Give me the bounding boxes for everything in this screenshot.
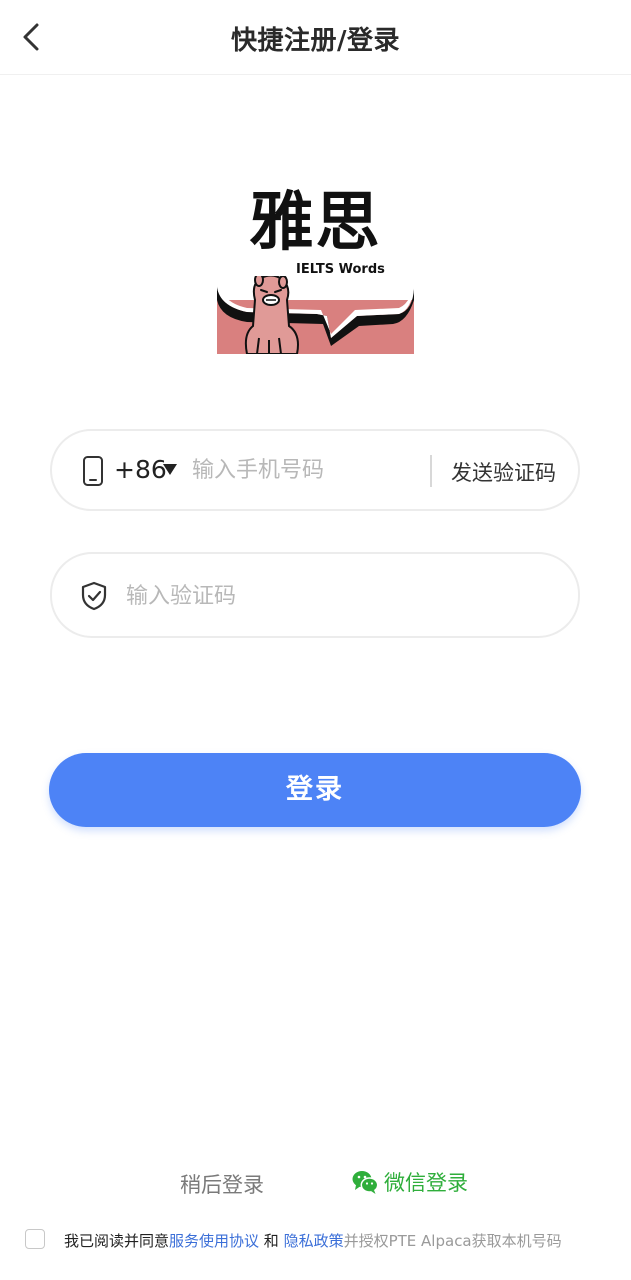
- terms-of-service-link[interactable]: 服务使用协议: [169, 1232, 259, 1250]
- agreement-and: 和: [259, 1232, 284, 1250]
- login-button[interactable]: 登录: [49, 753, 581, 827]
- phone-number-input[interactable]: [192, 451, 412, 489]
- header-bar: 快捷注册/登录: [0, 0, 631, 75]
- verification-code-field: [50, 552, 580, 638]
- privacy-policy-link[interactable]: 隐私政策: [284, 1232, 344, 1250]
- page-title: 快捷注册/登录: [231, 26, 400, 56]
- wechat-login-label: 微信登录: [384, 1171, 468, 1195]
- agreement-checkbox[interactable]: [25, 1229, 45, 1249]
- agreement-prefix: 我已阅读并同意: [64, 1232, 170, 1250]
- field-divider: [430, 455, 432, 487]
- send-code-button[interactable]: 发送验证码: [451, 457, 556, 487]
- wechat-icon: [352, 1171, 378, 1194]
- later-login-button[interactable]: 稍后登录: [180, 1169, 264, 1199]
- app-logo: 雅思 IELTS Words: [217, 180, 414, 354]
- alpaca-mascot-icon: [217, 276, 414, 354]
- verification-code-input[interactable]: [126, 578, 506, 614]
- phone-field: +86 发送验证码: [50, 429, 580, 511]
- smartphone-icon: [83, 456, 103, 486]
- caret-down-icon[interactable]: [163, 464, 177, 475]
- country-code[interactable]: +86: [114, 455, 167, 484]
- agreement-suffix: 并授权PTE Alpaca获取本机号码: [343, 1232, 562, 1250]
- logo-title: 雅思: [249, 186, 382, 260]
- shield-check-icon: [81, 581, 107, 611]
- logo-subtitle: IELTS Words: [296, 262, 385, 277]
- agreement-text: 我已阅读并同意服务使用协议 和 隐私政策并授权PTE Alpaca获取本机号码: [64, 1230, 562, 1251]
